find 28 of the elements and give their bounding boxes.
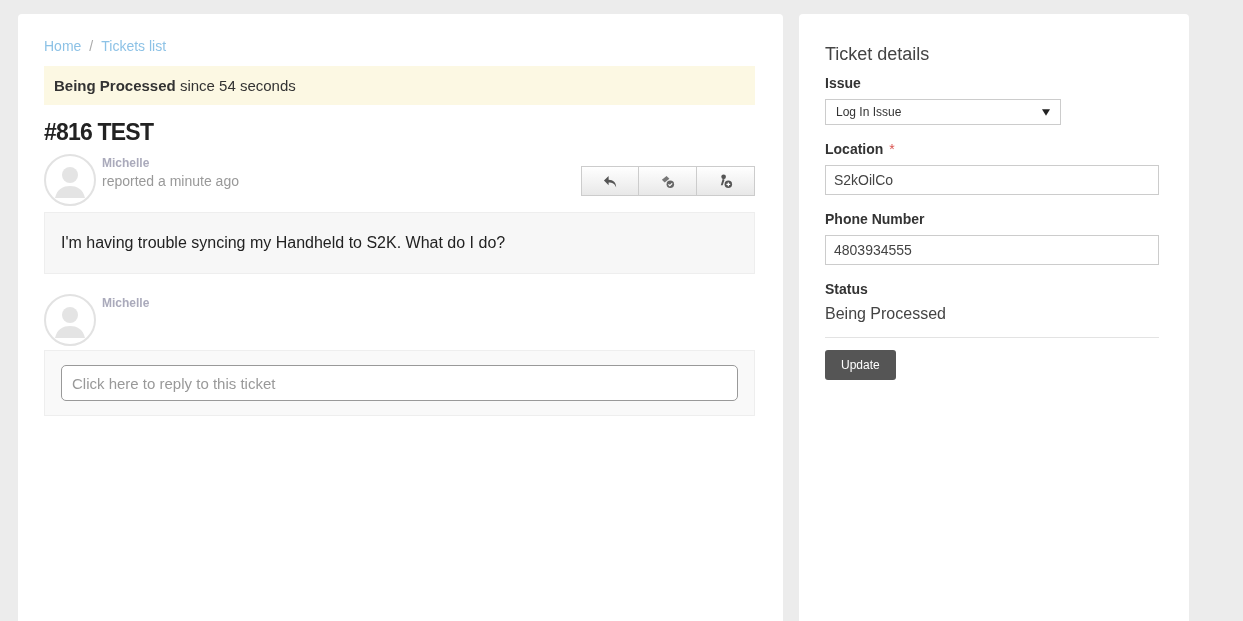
- breadcrumb-separator: /: [89, 38, 94, 54]
- user-add-icon: [718, 173, 733, 189]
- field-label: Location: [825, 141, 884, 157]
- issue-dropdown[interactable]: Log In Issue: [825, 99, 1061, 125]
- input-field[interactable]: S2kOilCo: [825, 165, 1159, 195]
- field-label: Phone Number: [825, 211, 925, 227]
- ticket-message: I'm having trouble syncing my Handheld to S2K. What do I do?: [44, 212, 755, 274]
- ticket-check-icon: [660, 173, 675, 189]
- field-label: Status: [825, 281, 868, 297]
- reply-button[interactable]: [581, 166, 639, 196]
- status-value: Being Processed: [825, 305, 947, 323]
- input-field[interactable]: 4803934555: [825, 235, 1159, 265]
- avatar-icon: [44, 154, 96, 206]
- required-mark: *: [889, 141, 895, 157]
- field-label: Issue: [825, 75, 861, 91]
- panel-title: Ticket details: [825, 44, 931, 65]
- avatar-icon: [44, 294, 96, 346]
- update-button[interactable]: Update: [825, 350, 896, 380]
- caret-icon: [1042, 108, 1050, 116]
- ticket-meta: reported a minute ago: [102, 173, 240, 189]
- assign-user-button[interactable]: [697, 166, 755, 196]
- author-name: Michelle: [102, 156, 151, 170]
- reply-icon: [602, 173, 618, 189]
- ticket-title: #816 TEST: [44, 119, 155, 146]
- reply-field[interactable]: Click here to reply to this ticket: [61, 365, 738, 401]
- status-banner: Being Processed since 54 seconds: [44, 66, 755, 105]
- close-ticket-button[interactable]: [639, 166, 697, 196]
- author-name: Michelle: [102, 296, 151, 310]
